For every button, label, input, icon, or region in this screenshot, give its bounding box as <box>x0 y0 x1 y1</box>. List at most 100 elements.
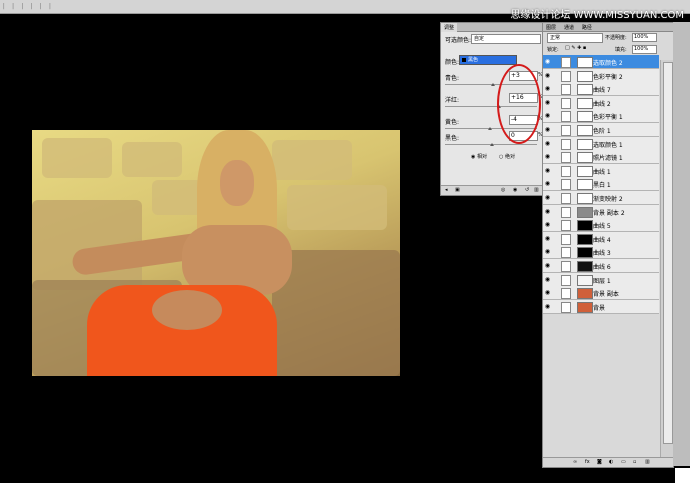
layer-mask-thumbnail[interactable] <box>577 125 593 136</box>
cyan-slider-thumb[interactable] <box>491 83 495 86</box>
back-icon[interactable]: ◂ <box>445 187 448 193</box>
layer-row[interactable]: ◉ 曲线 4 <box>543 231 659 246</box>
layer-adjustment-icon <box>561 274 571 286</box>
reset-icon[interactable]: ↺ <box>525 187 529 193</box>
eye-icon[interactable]: ◉ <box>544 126 551 133</box>
layer-row[interactable]: ◉ 曲线 1 <box>543 163 659 178</box>
layer-row[interactable]: ◉ 照片滤镜 1 <box>543 150 659 165</box>
eye-icon[interactable]: ◉ <box>544 235 551 242</box>
eye-icon[interactable]: ◉ <box>544 221 551 228</box>
eye-icon[interactable]: ◉ <box>544 289 551 296</box>
layer-row[interactable]: ◉ 背景 副本 2 <box>543 204 659 219</box>
layer-row[interactable]: ◉ 渐变映射 2 <box>543 191 659 205</box>
layer-row[interactable]: ◉ 背景 副本 <box>543 286 659 301</box>
scrollbar-thumb[interactable] <box>663 62 673 444</box>
layer-adjustment-icon <box>561 179 571 191</box>
panel-toggle-icon[interactable]: ▣ <box>455 187 460 193</box>
layer-row[interactable]: ◉ 背景 <box>543 299 659 314</box>
layer-name: 选取颜色 1 <box>593 141 623 149</box>
tab-paths[interactable]: 路径 <box>579 23 595 32</box>
layer-mask-thumbnail[interactable] <box>577 138 593 150</box>
eye-icon[interactable]: ◉ <box>544 85 551 92</box>
lock-transparent-icon[interactable]: □ <box>565 45 570 51</box>
layer-mask-thumbnail[interactable] <box>577 70 593 82</box>
lock-all-icon[interactable]: ▪ <box>583 45 586 51</box>
layer-mask-thumbnail[interactable] <box>577 165 593 177</box>
layer-row[interactable]: ◉ 曲线 5 <box>543 218 659 233</box>
eye-icon[interactable]: ◉ <box>544 208 551 215</box>
yellow-slider-thumb[interactable] <box>488 127 492 130</box>
tab-layers[interactable]: 图层 <box>543 23 559 32</box>
colors-select[interactable]: 黑色 <box>459 55 517 65</box>
fill-input[interactable]: 100% <box>632 45 657 54</box>
black-slider-thumb[interactable] <box>490 143 494 146</box>
layer-row[interactable]: ◉ 图层 1 <box>543 272 659 287</box>
layer-adjustment-icon <box>561 288 571 300</box>
layer-adjustment-icon <box>561 301 571 313</box>
layer-row[interactable]: ◉ 黑白 1 <box>543 177 659 192</box>
layer-mask-thumbnail[interactable] <box>577 233 593 245</box>
layer-mask-thumbnail[interactable] <box>577 152 593 164</box>
layer-row[interactable]: ◉ 曲线 2 <box>543 95 659 110</box>
radio-absolute[interactable]: ○ 绝对 <box>499 153 515 160</box>
visibility-icon[interactable]: ◉ <box>513 187 517 193</box>
layer-row[interactable]: ◉ 曲线 3 <box>543 245 659 260</box>
layer-mask-thumbnail[interactable] <box>577 97 593 109</box>
layer-mask-thumbnail[interactable] <box>577 274 593 286</box>
layer-row[interactable]: ◉ 曲线 7 <box>543 82 659 97</box>
eye-icon[interactable]: ◉ <box>544 262 551 269</box>
eye-icon[interactable]: ◉ <box>544 180 551 187</box>
layer-mask-thumbnail[interactable] <box>577 111 593 123</box>
watermark: 思缘设计论坛 WWW.MISSYUAN.COM <box>510 10 684 21</box>
lock-icons[interactable]: □ ✎ ✚ ▪ <box>565 45 586 51</box>
layer-row[interactable]: ◉ 选取颜色 2 <box>543 55 659 69</box>
eye-icon[interactable]: ◉ <box>544 72 551 79</box>
layer-mask-thumbnail[interactable] <box>577 179 593 191</box>
eye-icon[interactable]: ◉ <box>544 140 551 147</box>
layer-mask-thumbnail[interactable] <box>577 193 593 204</box>
layer-mask-thumbnail[interactable] <box>577 288 593 300</box>
tab-adjustments[interactable]: 调整 <box>441 23 458 32</box>
fx-icon[interactable]: fx <box>585 459 590 465</box>
layer-row[interactable]: ◉ 色彩平衡 2 <box>543 68 659 83</box>
trash-icon[interactable]: ▥ <box>534 187 539 193</box>
layers-scrollbar[interactable] <box>660 60 673 465</box>
layer-row[interactable]: ◉ 色阶 1 <box>543 123 659 137</box>
eye-icon[interactable]: ◉ <box>544 153 551 160</box>
lock-position-icon[interactable]: ✚ <box>577 45 581 51</box>
layer-adjustment-icon <box>561 111 571 123</box>
layer-mask-thumbnail[interactable] <box>577 220 593 232</box>
preset-select[interactable]: 自定 <box>471 34 541 44</box>
layer-mask-thumbnail[interactable] <box>577 247 593 259</box>
folder-icon[interactable]: ▭ <box>621 459 626 465</box>
eye-icon[interactable]: ◉ <box>544 276 551 283</box>
blend-mode-select[interactable]: 正常 <box>547 33 603 43</box>
eye-icon[interactable]: ◉ <box>544 99 551 106</box>
adjustment-icon[interactable]: ◐ <box>609 459 613 465</box>
lock-pixels-icon[interactable]: ✎ <box>571 45 575 51</box>
new-layer-icon[interactable]: ▫ <box>633 459 636 465</box>
eye-icon[interactable]: ◉ <box>544 58 551 65</box>
layer-row[interactable]: ◉ 曲线 6 <box>543 259 659 273</box>
layer-mask-thumbnail[interactable] <box>577 261 593 272</box>
eye-icon[interactable]: ◉ <box>544 112 551 119</box>
eye-icon[interactable]: ◉ <box>544 167 551 174</box>
mask-icon[interactable]: ◙ <box>597 459 602 465</box>
clip-icon[interactable]: ◎ <box>501 187 505 193</box>
tab-channels[interactable]: 通道 <box>561 23 577 32</box>
trash-icon[interactable]: ▥ <box>645 459 650 465</box>
eye-icon[interactable]: ◉ <box>544 248 551 255</box>
radio-relative[interactable]: ◉ 相对 <box>471 153 487 160</box>
layer-row[interactable]: ◉ 色彩平衡 1 <box>543 109 659 124</box>
canvas-photo[interactable] <box>32 130 400 376</box>
layer-mask-thumbnail[interactable] <box>577 206 593 218</box>
eye-icon[interactable]: ◉ <box>544 194 551 201</box>
eye-icon[interactable]: ◉ <box>544 303 551 310</box>
opacity-input[interactable]: 100% <box>632 33 657 42</box>
layer-row[interactable]: ◉ 选取颜色 1 <box>543 136 659 151</box>
layer-mask-thumbnail[interactable] <box>577 301 593 313</box>
layer-mask-thumbnail[interactable] <box>577 57 593 68</box>
layer-name: 曲线 1 <box>593 168 611 176</box>
layer-mask-thumbnail[interactable] <box>577 84 593 96</box>
link-icon[interactable]: ∞ <box>573 459 577 465</box>
